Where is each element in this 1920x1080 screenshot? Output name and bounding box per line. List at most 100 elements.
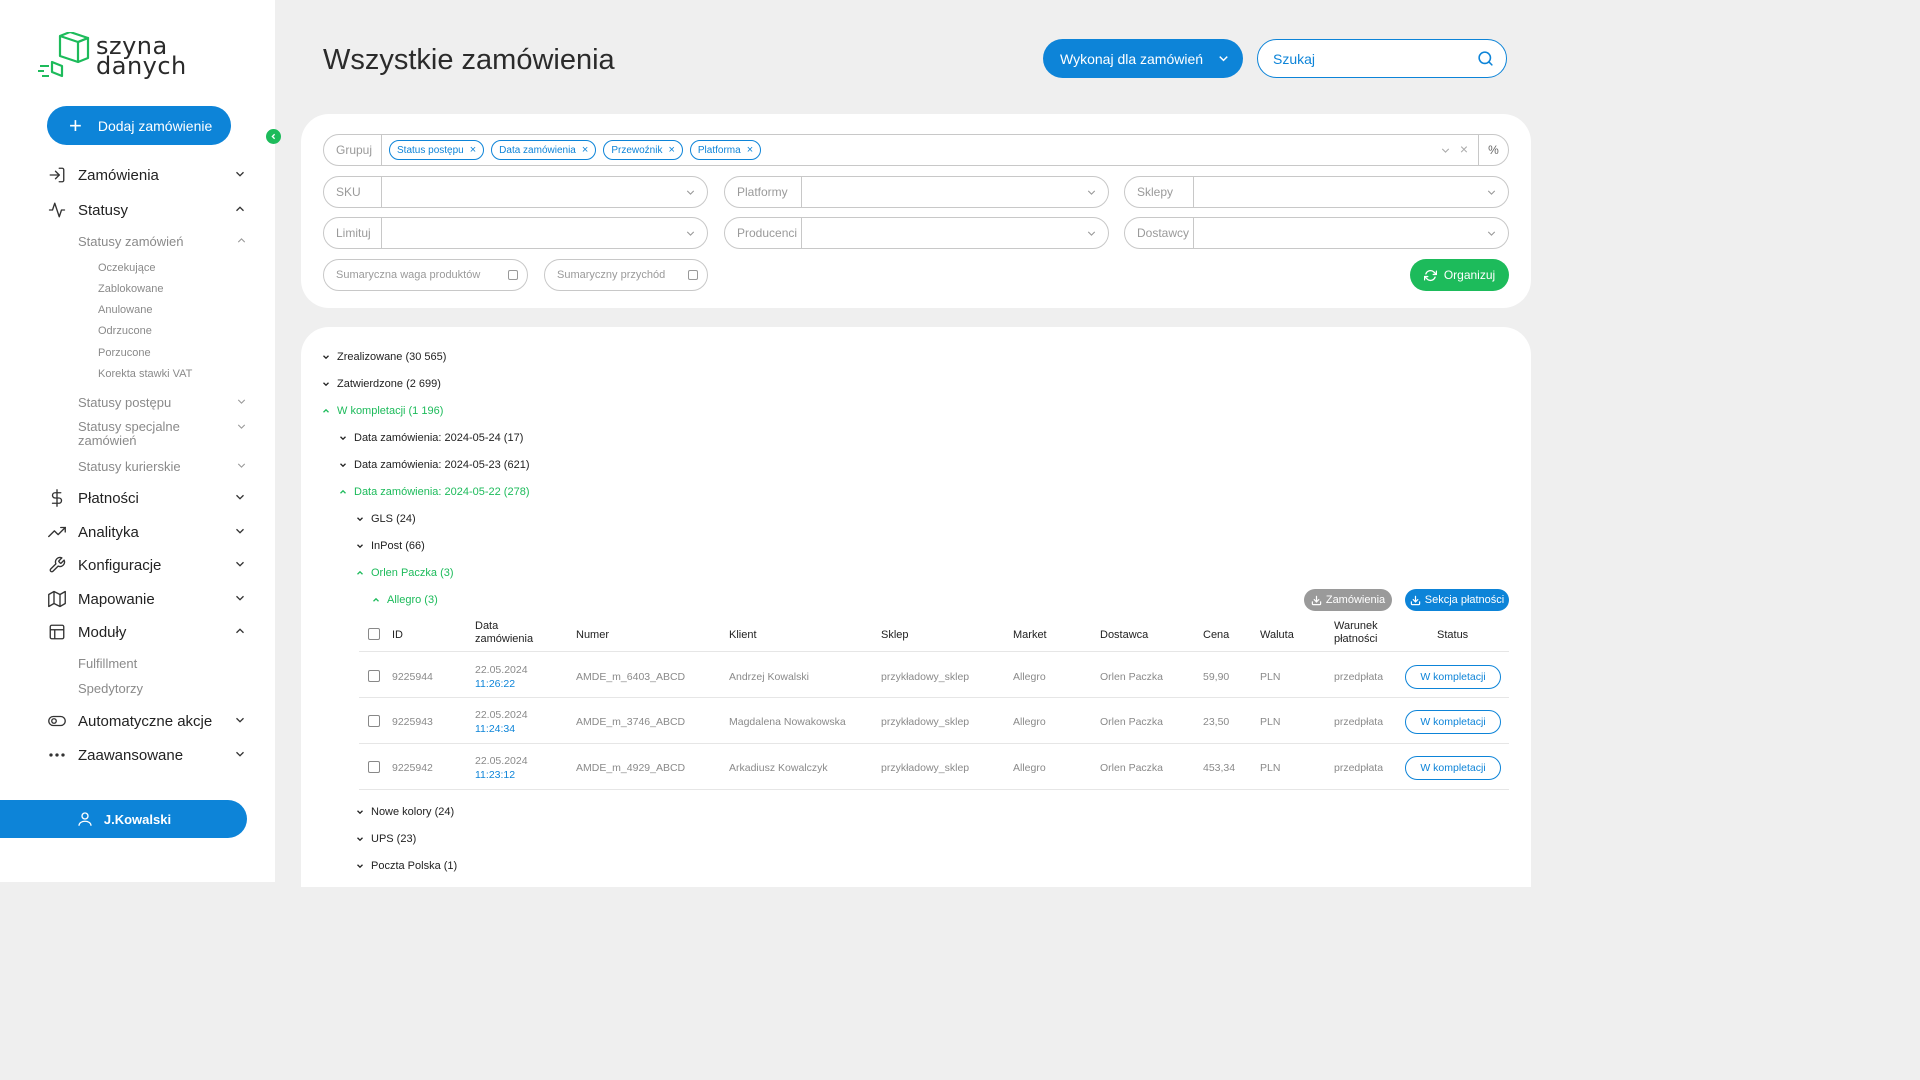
col-header-currency[interactable]: Waluta bbox=[1260, 629, 1294, 642]
status-badge[interactable]: W kompletacji bbox=[1405, 665, 1501, 689]
tree-platform-allegro[interactable]: Allegro (3) bbox=[371, 594, 438, 606]
tree-carrier-gls[interactable]: GLS (24) bbox=[355, 513, 416, 525]
chevron-up-icon[interactable] bbox=[235, 234, 248, 250]
logo[interactable]: szyna danych bbox=[38, 32, 198, 82]
nav-item-zaawansowane[interactable]: Zaawansowane bbox=[47, 743, 247, 767]
chevron-down-icon[interactable] bbox=[233, 557, 247, 575]
group-tag[interactable]: Przewoźnik × bbox=[603, 140, 683, 160]
chevron-up-icon[interactable] bbox=[233, 624, 247, 642]
sub-item-spedytorzy[interactable]: Spedytorzy bbox=[78, 681, 248, 696]
search-icon[interactable] bbox=[1477, 50, 1494, 72]
chevron-up-icon[interactable] bbox=[233, 202, 247, 220]
nav-item-konfiguracje[interactable]: Konfiguracje bbox=[47, 553, 247, 577]
status-item-odrzucone[interactable]: Odrzucone bbox=[98, 325, 152, 337]
sub-item-statusy-zamowien[interactable]: Statusy zamówień bbox=[78, 234, 248, 249]
status-item-oczekujace[interactable]: Oczekujące bbox=[98, 262, 155, 274]
tree-group-zrealizowane[interactable]: Zrealizowane (30 565) bbox=[321, 351, 446, 363]
cell-number[interactable]: AMDE_m_6403_ABCD bbox=[576, 671, 685, 683]
sub-item-statusy-specjalne[interactable]: Statusy specjalne zamówień bbox=[78, 420, 248, 448]
chevron-down-icon[interactable] bbox=[235, 420, 248, 436]
remove-tag-icon[interactable]: × bbox=[668, 144, 674, 156]
remove-tag-icon[interactable]: × bbox=[470, 144, 476, 156]
group-tag[interactable]: Status postępu × bbox=[389, 140, 485, 160]
platforms-field[interactable]: Platformy bbox=[724, 176, 1109, 208]
execute-for-orders-button[interactable]: Wykonaj dla zamówień bbox=[1043, 39, 1243, 78]
col-header-id[interactable]: ID bbox=[392, 629, 403, 642]
chevron-down-icon[interactable] bbox=[235, 459, 248, 475]
tree-date-2024-05-22[interactable]: Data zamówienia: 2024-05-22 (278) bbox=[338, 486, 530, 498]
nav-item-platnosci[interactable]: Płatności bbox=[47, 486, 247, 510]
sub-item-fulfillment[interactable]: Fulfillment bbox=[78, 656, 248, 671]
status-item-zablokowane[interactable]: Zablokowane bbox=[98, 283, 163, 295]
remove-tag-icon[interactable]: × bbox=[582, 144, 588, 156]
row-checkbox[interactable] bbox=[368, 761, 380, 773]
revenue-sum-checkbox[interactable] bbox=[688, 270, 698, 280]
status-item-porzucone[interactable]: Porzucone bbox=[98, 347, 151, 359]
col-header-price[interactable]: Cena bbox=[1203, 629, 1229, 642]
row-checkbox[interactable] bbox=[368, 715, 380, 727]
chevron-down-icon[interactable] bbox=[233, 524, 247, 542]
collapse-sidebar-button[interactable] bbox=[266, 129, 281, 144]
status-item-anulowane[interactable]: Anulowane bbox=[98, 304, 152, 316]
nav-item-moduly[interactable]: Moduły bbox=[47, 620, 247, 644]
search-input[interactable] bbox=[1273, 50, 1463, 67]
col-header-number[interactable]: Numer bbox=[576, 629, 609, 642]
group-tag[interactable]: Platforma × bbox=[689, 140, 762, 160]
sub-item-statusy-kurierskie[interactable]: Statusy kurierskie bbox=[78, 459, 248, 474]
nav-item-statusy[interactable]: Statusy bbox=[47, 198, 247, 222]
status-badge[interactable]: W kompletacji bbox=[1405, 710, 1501, 734]
group-tag[interactable]: Data zamówienia × bbox=[491, 140, 597, 160]
chevron-down-icon[interactable] bbox=[233, 167, 247, 185]
clear-icon[interactable]: × bbox=[1460, 141, 1468, 157]
chevron-down-icon[interactable] bbox=[233, 747, 247, 765]
col-header-status[interactable]: Status bbox=[1437, 629, 1468, 642]
sku-field[interactable]: SKU bbox=[323, 176, 708, 208]
payment-section-button[interactable]: Sekcja płatności bbox=[1405, 589, 1509, 611]
export-orders-button[interactable]: Zamówienia bbox=[1304, 589, 1392, 611]
user-button[interactable]: J.Kowalski bbox=[0, 800, 247, 838]
select-all-checkbox[interactable] bbox=[368, 628, 380, 640]
group-field[interactable]: Grupuj Status postępu × Data zamówienia × … bbox=[323, 134, 1509, 166]
col-header-payment-terms[interactable]: Warunek płatności bbox=[1334, 620, 1378, 646]
chevron-down-icon[interactable] bbox=[1439, 144, 1452, 162]
nav-item-automatyczne-akcje[interactable]: Automatyczne akcje bbox=[47, 709, 247, 733]
cell-number[interactable]: AMDE_m_4929_ABCD bbox=[576, 762, 685, 774]
col-header-client[interactable]: Klient bbox=[729, 629, 757, 642]
suppliers-field[interactable]: Dostawcy bbox=[1124, 217, 1509, 249]
chevron-down-icon[interactable] bbox=[233, 591, 247, 609]
chevron-down-icon[interactable] bbox=[233, 713, 247, 731]
tree-carrier-ups[interactable]: UPS (23) bbox=[355, 833, 416, 845]
percent-toggle[interactable]: % bbox=[1478, 135, 1508, 165]
sub-item-statusy-postepu[interactable]: Statusy postępu bbox=[78, 395, 248, 410]
nav-item-mapowanie[interactable]: Mapowanie bbox=[47, 587, 247, 611]
nav-item-analityka[interactable]: Analityka bbox=[47, 520, 247, 544]
tree-carrier-orlen[interactable]: Orlen Paczka (3) bbox=[355, 567, 454, 579]
tree-group-w-kompletacji[interactable]: W kompletacji (1 196) bbox=[321, 405, 443, 417]
col-header-date[interactable]: Data zamówienia bbox=[475, 620, 533, 646]
tree-carrier-poczta-polska[interactable]: Poczta Polska (1) bbox=[355, 860, 457, 872]
row-checkbox[interactable] bbox=[368, 670, 380, 682]
weight-sum-checkbox[interactable] bbox=[508, 270, 518, 280]
limit-field[interactable]: Limituj bbox=[323, 217, 708, 249]
tree-date-2024-05-23[interactable]: Data zamówienia: 2024-05-23 (621) bbox=[338, 459, 530, 471]
revenue-sum-toggle[interactable]: Sumaryczny przychód bbox=[544, 259, 708, 291]
col-header-market[interactable]: Market bbox=[1013, 629, 1047, 642]
status-badge[interactable]: W kompletacji bbox=[1405, 756, 1501, 780]
producers-field[interactable]: Producenci bbox=[724, 217, 1109, 249]
organize-button[interactable]: Organizuj bbox=[1410, 259, 1509, 291]
nav-item-zamowienia[interactable]: Zamówienia bbox=[47, 163, 247, 187]
chevron-down-icon[interactable] bbox=[233, 490, 247, 508]
tree-carrier-nowe-kolory[interactable]: Nowe kolory (24) bbox=[355, 806, 454, 818]
add-order-button[interactable]: + Dodaj zamówienie bbox=[47, 106, 231, 145]
remove-tag-icon[interactable]: × bbox=[747, 144, 753, 156]
tree-carrier-inpost[interactable]: InPost (66) bbox=[355, 540, 425, 552]
tree-group-zatwierdzone[interactable]: Zatwierdzone (2 699) bbox=[321, 378, 441, 390]
cell-number[interactable]: AMDE_m_3746_ABCD bbox=[576, 716, 685, 728]
tree-date-2024-05-24[interactable]: Data zamówienia: 2024-05-24 (17) bbox=[338, 432, 523, 444]
status-item-korekta-vat[interactable]: Korekta stawki VAT bbox=[98, 368, 192, 380]
col-header-shop[interactable]: Sklep bbox=[881, 629, 909, 642]
col-header-supplier[interactable]: Dostawca bbox=[1100, 629, 1148, 642]
shops-field[interactable]: Sklepy bbox=[1124, 176, 1509, 208]
chevron-down-icon[interactable] bbox=[235, 395, 248, 411]
weight-sum-toggle[interactable]: Sumaryczna waga produktów bbox=[323, 259, 528, 291]
